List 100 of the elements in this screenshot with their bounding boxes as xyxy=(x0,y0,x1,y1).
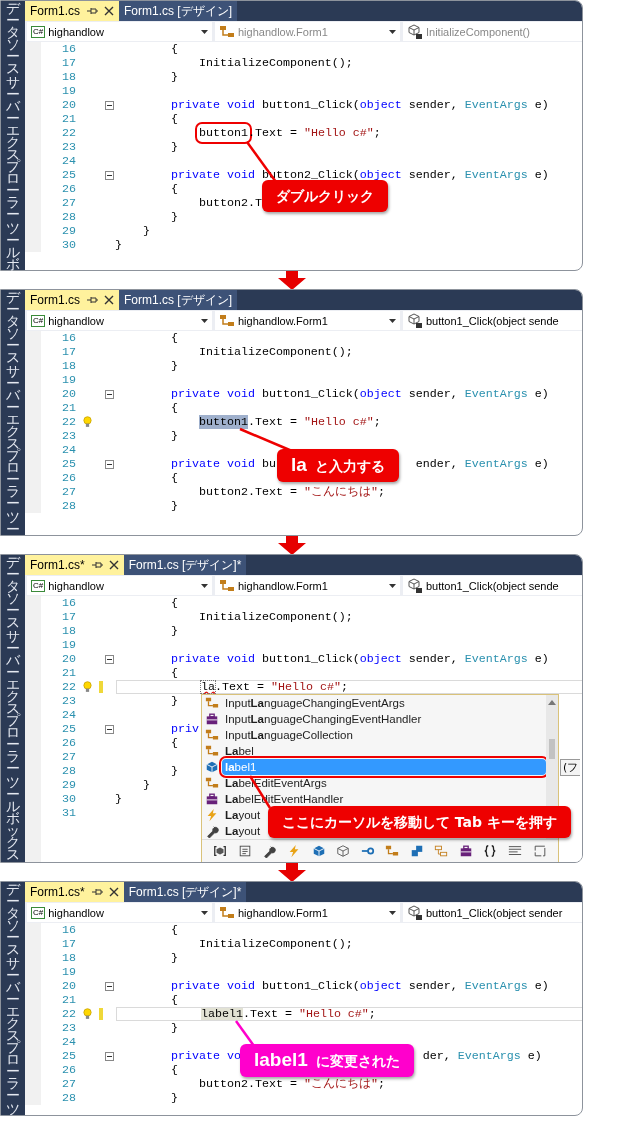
side-tab[interactable]: サーバーエクスプローラー xyxy=(6,630,20,774)
lightbulb-icon[interactable] xyxy=(81,415,94,429)
pin-icon[interactable] xyxy=(90,887,103,897)
language-badge: C# xyxy=(31,314,46,327)
completion-item[interactable]: Layout xyxy=(222,807,264,823)
document-tab[interactable]: Form1.cs [デザイン] xyxy=(119,290,238,310)
side-tab[interactable]: データソース xyxy=(6,2,20,74)
code-text: InitializeComponent(); xyxy=(198,56,353,70)
code-text: } xyxy=(115,238,122,252)
hierarchy-icon xyxy=(219,904,235,921)
code-text: } xyxy=(170,359,178,373)
stacked-squares-icon[interactable] xyxy=(409,844,424,858)
cube-icon[interactable] xyxy=(311,844,326,858)
collapse-icon[interactable] xyxy=(105,1051,114,1061)
collapse-icon[interactable] xyxy=(105,170,114,180)
line-number: 24 xyxy=(61,1035,76,1049)
completion-item[interactable]: Layout xyxy=(222,823,264,839)
brackets-icon[interactable] xyxy=(213,844,228,858)
document-tab[interactable]: Form1.cs [デザイン] xyxy=(119,1,238,21)
code-text: .Text = "Hello c#"; xyxy=(214,681,348,693)
close-icon[interactable] xyxy=(108,560,119,570)
completion-item[interactable]: InputLanguageChangingEventHandler xyxy=(222,711,425,727)
text-lines-icon[interactable] xyxy=(508,844,523,858)
dropdown[interactable]: highandlow.Form1 xyxy=(215,576,400,595)
dropdown[interactable]: C# highandlow xyxy=(27,311,212,330)
document-tab[interactable]: Form1.cs* xyxy=(25,882,124,902)
close-icon[interactable] xyxy=(104,295,114,305)
outline-cube-icon[interactable] xyxy=(336,844,351,858)
dropdown[interactable]: button1_Click(object sende xyxy=(403,311,582,330)
pin-icon[interactable] xyxy=(90,560,103,570)
hierarchy-icon[interactable] xyxy=(385,844,400,858)
collapse-icon[interactable] xyxy=(105,654,114,664)
callout-tooltip: label1 に変更された xyxy=(240,1044,414,1077)
pin-icon[interactable] xyxy=(86,295,98,305)
document-tab[interactable]: Form1.cs* xyxy=(25,555,124,575)
document-tab[interactable]: Form1.cs [デザイン]* xyxy=(123,882,247,902)
code-text: { xyxy=(170,401,178,415)
collapse-icon[interactable] xyxy=(105,459,114,469)
line-number: 21 xyxy=(61,401,76,415)
code-text: { xyxy=(170,1063,178,1077)
code-text: { xyxy=(170,112,178,126)
document-tab[interactable]: Form1.cs xyxy=(25,290,119,310)
lightbulb-icon[interactable] xyxy=(81,680,94,694)
line-number: 25 xyxy=(61,722,76,736)
list-icon[interactable] xyxy=(237,844,252,858)
side-tab[interactable]: サーバーエクスプローラー xyxy=(6,957,20,1101)
code-text: } xyxy=(170,694,178,708)
dropdown[interactable]: C# highandlow xyxy=(27,22,212,41)
dropdown[interactable]: highandlow.Form1 xyxy=(215,311,400,330)
line-number: 24 xyxy=(61,154,76,168)
completion-item[interactable]: InputLanguageCollection xyxy=(222,727,356,743)
dropdown[interactable]: C# highandlow xyxy=(27,903,212,922)
collapse-icon[interactable] xyxy=(105,389,114,399)
line-number: 19 xyxy=(61,84,76,98)
code-text: { xyxy=(170,182,178,196)
square-icon[interactable] xyxy=(532,844,547,858)
side-tab[interactable]: ツ xyxy=(6,1103,20,1115)
line-number: 26 xyxy=(61,1063,76,1077)
down-arrow-icon xyxy=(277,535,306,555)
dropdown[interactable]: button1_Click(object sender xyxy=(403,903,582,922)
collapse-icon[interactable] xyxy=(105,100,114,110)
linked-boxes-icon[interactable] xyxy=(434,844,449,858)
side-tab[interactable]: データソース xyxy=(6,291,20,363)
line-number: 23 xyxy=(61,1021,76,1035)
code-text: } xyxy=(170,624,178,638)
side-tab[interactable]: ツールボックス xyxy=(6,776,20,860)
side-tab[interactable]: サーバーエクスプローラー xyxy=(6,76,20,220)
line-number: 19 xyxy=(61,373,76,387)
document-tab[interactable]: Form1.cs xyxy=(25,1,119,21)
side-tab[interactable]: ツー xyxy=(6,511,20,535)
line-number: 28 xyxy=(61,1091,76,1105)
briefcase-icon[interactable] xyxy=(458,844,473,858)
line-number: 27 xyxy=(61,196,76,210)
code-text: { xyxy=(170,736,178,750)
hierarchy-icon xyxy=(205,744,219,758)
wrench-icon[interactable] xyxy=(262,844,277,858)
side-tab[interactable]: データソース xyxy=(6,556,20,628)
dropdown[interactable]: C# highandlow xyxy=(27,576,212,595)
code-text: button2.T xyxy=(198,196,262,210)
side-tab[interactable]: サーバーエクスプローラー xyxy=(6,365,20,509)
dropdown[interactable]: highandlow.Form1 xyxy=(215,903,400,922)
line-number: 29 xyxy=(61,224,76,238)
braces-icon[interactable] xyxy=(483,844,498,858)
completion-item[interactable]: Label xyxy=(222,743,257,759)
side-tab[interactable]: ツールボ xyxy=(6,222,20,270)
line-number: 23 xyxy=(61,140,76,154)
document-tab[interactable]: Form1.cs [デザイン]* xyxy=(123,555,247,575)
line-number: 22 xyxy=(61,680,76,694)
completion-item[interactable]: InputLanguageChangingEventArgs xyxy=(222,695,408,711)
side-tab[interactable]: データソース xyxy=(6,883,20,955)
dropdown[interactable]: button1_Click(object sende xyxy=(403,576,582,595)
close-icon[interactable] xyxy=(104,6,114,16)
collapse-icon[interactable] xyxy=(105,981,114,991)
lightbulb-icon[interactable] xyxy=(81,1007,94,1021)
line-number: 23 xyxy=(61,429,76,443)
close-icon[interactable] xyxy=(108,887,119,897)
line-number: 27 xyxy=(61,485,76,499)
pin-icon[interactable] xyxy=(86,6,98,16)
line-number: 30 xyxy=(61,792,76,806)
collapse-icon[interactable] xyxy=(105,724,114,734)
